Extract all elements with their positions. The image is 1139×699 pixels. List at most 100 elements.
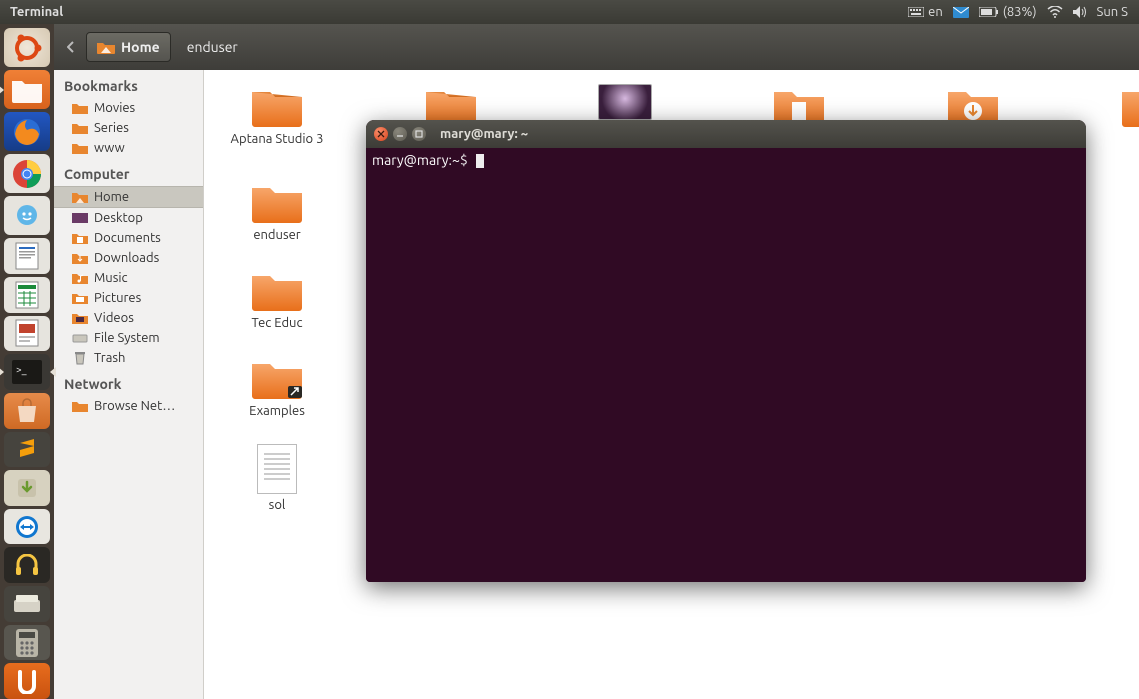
terminal-body[interactable]: mary@mary:~$ [366, 148, 1086, 582]
path-back-button[interactable] [62, 37, 80, 57]
launcher-calculator[interactable] [4, 625, 50, 661]
drive-icon [72, 331, 88, 345]
speaker-icon [1073, 6, 1087, 18]
breadcrumb-home[interactable]: Home [86, 32, 171, 62]
sidebar-item-trash[interactable]: Trash [54, 348, 203, 368]
file-item[interactable]: sol [224, 444, 330, 512]
running-indicator-icon [0, 367, 4, 377]
firefox-icon [11, 116, 43, 148]
terminal-window[interactable]: mary@mary: ~ mary@mary:~$ [366, 120, 1086, 582]
folder-icon [1120, 84, 1139, 128]
sidebar-item-browse-network[interactable]: Browse Net… [54, 396, 203, 416]
sidebar-item-label: File System [94, 331, 160, 345]
running-indicator-icon [0, 85, 4, 95]
text-file-icon [257, 444, 297, 494]
sidebar-item-home[interactable]: Home [54, 186, 203, 208]
launcher-downloads[interactable] [4, 470, 50, 506]
sidebar-item-documents[interactable]: Documents [54, 228, 203, 248]
launcher-calc[interactable] [4, 277, 50, 313]
sound-indicator[interactable] [1068, 6, 1092, 18]
sidebar-item-series[interactable]: Series [54, 118, 203, 138]
sidebar-item-music[interactable]: Music [54, 268, 203, 288]
file-item[interactable]: Examples [224, 356, 330, 418]
calc-icon [14, 280, 40, 310]
sidebar-item-label: Trash [94, 351, 125, 365]
launcher-teamviewer[interactable] [4, 509, 50, 545]
sidebar-item-www[interactable]: www [54, 138, 203, 158]
wifi-icon [1047, 6, 1063, 18]
sidebar-item-label: Movies [94, 101, 135, 115]
battery-icon [979, 7, 999, 17]
launcher-chrome[interactable] [4, 154, 50, 193]
prompt-end: $ [460, 152, 468, 168]
headphones-icon [14, 554, 40, 576]
terminal-titlebar[interactable]: mary@mary: ~ [366, 120, 1086, 148]
launcher-impress[interactable] [4, 316, 50, 352]
folder-icon [250, 268, 304, 312]
launcher-empathy[interactable] [4, 196, 50, 235]
writer-icon [14, 241, 40, 271]
battery-indicator[interactable]: (83%) [974, 5, 1042, 19]
launcher-sublime[interactable] [4, 432, 50, 468]
launcher-terminal[interactable]: >_ [4, 354, 50, 390]
breadcrumb-home-label: Home [121, 39, 160, 55]
file-label: Tec Educ [251, 316, 302, 330]
file-item[interactable]: Aptana Studio 3 [224, 84, 330, 146]
sidebar-item-label: Documents [94, 231, 161, 245]
sidebar-item-filesystem[interactable]: File System [54, 328, 203, 348]
launcher-writer[interactable] [4, 238, 50, 274]
sidebar-item-label: Desktop [94, 211, 143, 225]
keyboard-indicator[interactable]: en [903, 5, 948, 19]
folder-icon [11, 77, 43, 103]
keyboard-icon [908, 7, 924, 17]
clock-text: Sun S [1097, 5, 1128, 19]
file-item[interactable] [1094, 84, 1139, 146]
sidebar-item-label: Pictures [94, 291, 141, 305]
file-label: enduser [253, 228, 300, 242]
pictures-icon [72, 291, 88, 305]
window-maximize-button[interactable] [412, 127, 426, 141]
downloads-icon [72, 251, 88, 265]
sidebar-item-desktop[interactable]: Desktop [54, 208, 203, 228]
sidebar-item-label: Home [94, 190, 129, 204]
messaging-indicator[interactable] [948, 7, 974, 18]
clock-indicator[interactable]: Sun S [1092, 5, 1133, 19]
sublime-icon [15, 437, 39, 461]
calculator-icon [16, 629, 38, 657]
sidebar-item-downloads[interactable]: Downloads [54, 248, 203, 268]
launcher-ubuntu-one[interactable] [4, 663, 50, 699]
window-close-button[interactable] [374, 127, 388, 141]
bag-icon [14, 398, 40, 424]
launcher-audio[interactable] [4, 547, 50, 583]
network-indicator[interactable] [1042, 6, 1068, 18]
sidebar-item-videos[interactable]: Videos [54, 308, 203, 328]
network-folder-icon [72, 399, 88, 413]
prompt-user: mary@mary [372, 152, 449, 168]
sidebar-item-pictures[interactable]: Pictures [54, 288, 203, 308]
videos-icon [72, 311, 88, 325]
terminal-icon: >_ [12, 360, 42, 384]
desktop-thumb-icon [598, 84, 652, 120]
file-item[interactable]: Tec Educ [224, 268, 330, 330]
home-folder-icon [97, 40, 115, 54]
launcher-scanner[interactable] [4, 586, 50, 622]
sidebar: Bookmarks Movies Series www Computer Hom… [54, 70, 204, 699]
launcher-firefox[interactable] [4, 112, 50, 151]
launcher-dash[interactable] [4, 28, 50, 67]
breadcrumb-enduser[interactable]: enduser [177, 33, 248, 61]
launcher-files[interactable] [4, 70, 50, 109]
folder-icon [250, 180, 304, 224]
breadcrumb-enduser-label: enduser [187, 39, 238, 55]
file-item[interactable]: enduser [224, 180, 330, 242]
impress-icon [14, 318, 40, 348]
window-minimize-button[interactable] [393, 127, 407, 141]
sidebar-item-label: Music [94, 271, 128, 285]
chrome-icon [12, 159, 42, 189]
download-icon [15, 476, 39, 500]
ubuntu-icon [10, 31, 44, 65]
launcher-software-center[interactable] [4, 393, 50, 429]
chat-icon [13, 202, 41, 230]
folder-icon [72, 141, 88, 155]
desktop-icon [72, 211, 88, 225]
sidebar-item-movies[interactable]: Movies [54, 98, 203, 118]
